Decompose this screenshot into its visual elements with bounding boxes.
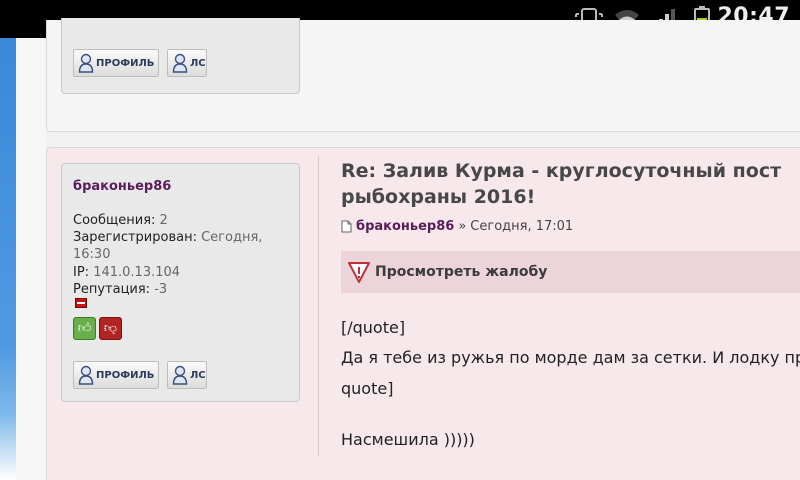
- warning-icon: [348, 262, 370, 283]
- ip-stat: IP: 141.0.13.104: [73, 264, 180, 281]
- post-body-line: Да я тебе из ружья по морде дам за сетки…: [341, 348, 800, 367]
- forum-post: браконьер86 Сообщения: 2 Зарегистрирован…: [46, 147, 800, 480]
- thumbs-up-button[interactable]: 👍︎: [73, 317, 96, 340]
- side-strip: [0, 38, 16, 480]
- registered-time: 16:30: [73, 247, 111, 262]
- post-body-line: quote]: [341, 379, 394, 398]
- user-icon: [78, 365, 94, 385]
- post-body-line: [/quote]: [341, 318, 406, 337]
- post-meta-separator: »: [458, 219, 467, 234]
- thumbs-up-icon: 👍︎: [77, 321, 92, 336]
- user-icon: [172, 365, 188, 385]
- post-title[interactable]: Re: Залив Курма - круглосуточный пост ры…: [341, 158, 800, 210]
- post-meta-author[interactable]: браконьер86: [356, 219, 454, 234]
- thumbs-down-icon: 👎︎: [103, 321, 118, 336]
- profile-button[interactable]: ПРОФИЛЬ: [73, 49, 159, 77]
- thumbs-down-button[interactable]: 👎︎: [99, 317, 122, 340]
- ip-value: 141.0.13.104: [93, 265, 181, 280]
- messages-label: Сообщения:: [73, 213, 156, 228]
- post-meta: браконьер86 » Сегодня, 17:01: [341, 219, 573, 234]
- profile-button[interactable]: ПРОФИЛЬ: [73, 361, 159, 389]
- user-icon: [78, 53, 94, 73]
- post-author-name[interactable]: браконьер86: [73, 179, 171, 194]
- registered-label: Зарегистрирован:: [73, 230, 197, 245]
- profile-button-label: ПРОФИЛЬ: [96, 57, 155, 69]
- ip-label: IP:: [73, 265, 90, 280]
- pm-button-label: ЛС: [190, 369, 206, 381]
- messages-stat: Сообщения: 2: [73, 212, 168, 229]
- view-report-button[interactable]: Просмотреть жалобу: [341, 251, 800, 293]
- post-user-box: браконьер86 Сообщения: 2 Зарегистрирован…: [61, 163, 300, 402]
- pm-button-label: ЛС: [190, 57, 206, 69]
- registered-value: Сегодня,: [201, 230, 263, 245]
- view-report-label: Просмотреть жалобу: [375, 264, 548, 280]
- reputation-stat: Репутация: -3: [73, 281, 167, 298]
- previous-post: ПРОФИЛЬ ЛС: [46, 18, 800, 132]
- page-margin: [16, 38, 46, 480]
- reputation-label: Репутация:: [73, 282, 151, 297]
- registered-stat: Зарегистрирован: Сегодня,: [73, 229, 262, 246]
- profile-button-label: ПРОФИЛЬ: [96, 369, 155, 381]
- messages-value: 2: [159, 213, 168, 228]
- pm-button[interactable]: ЛС: [167, 361, 207, 389]
- document-icon: [341, 220, 352, 233]
- user-icon: [172, 53, 188, 73]
- post-body-line: Насмешила ))))): [341, 430, 475, 449]
- post-title-line-1: Re: Залив Курма - круглосуточный пост: [341, 160, 782, 182]
- reputation-value: -3: [154, 282, 168, 297]
- pm-button[interactable]: ЛС: [167, 49, 207, 77]
- post-title-line-2: рыбохраны 2016!: [341, 186, 536, 208]
- reputation-bar: [75, 298, 87, 308]
- post-divider: [318, 156, 319, 456]
- previous-post-user-box: ПРОФИЛЬ ЛС: [61, 18, 300, 94]
- post-date: Сегодня, 17:01: [470, 219, 574, 234]
